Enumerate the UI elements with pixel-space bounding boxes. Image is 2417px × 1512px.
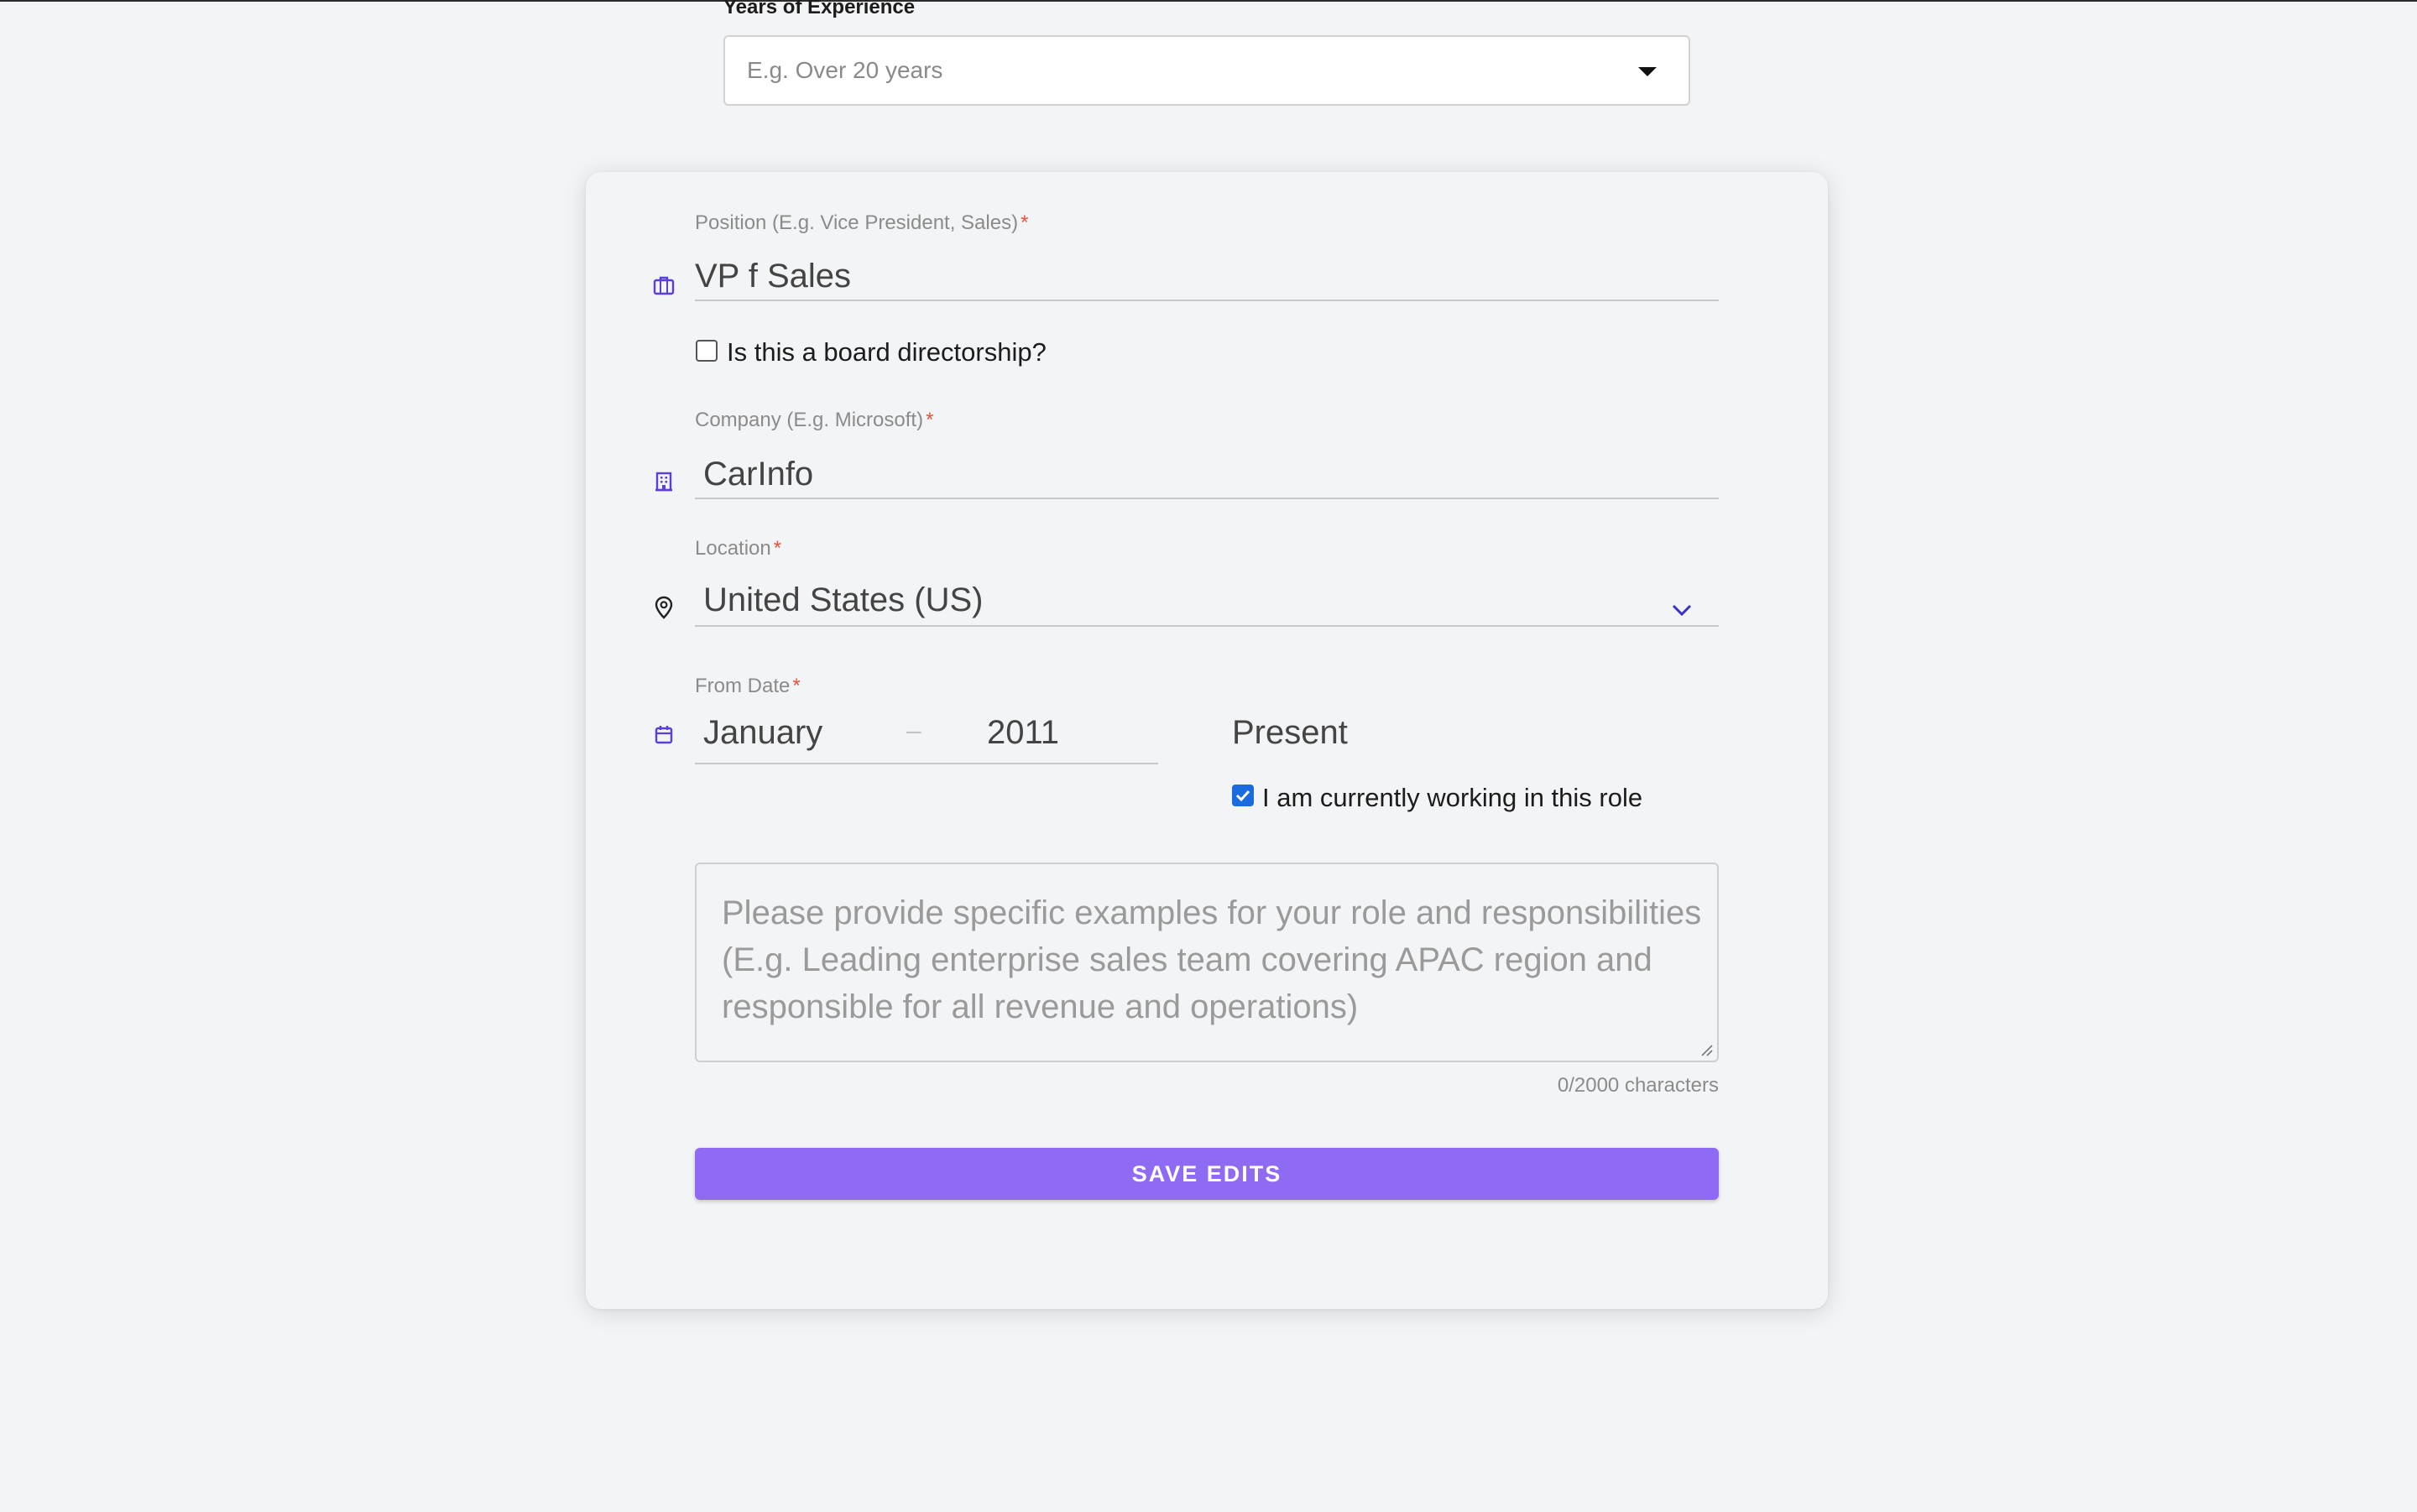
from-date-label-text: From Date <box>695 675 791 697</box>
role-description-placeholder: Please provide specific examples for you… <box>722 894 1702 1025</box>
date-separator: – <box>906 715 921 745</box>
location-select[interactable]: United States (US) <box>703 579 1626 621</box>
years-of-experience-label: Years of Experience <box>723 0 916 18</box>
from-date-underline <box>695 763 1158 764</box>
position-label: Position (E.g. Vice President, Sales) * <box>695 211 1028 236</box>
position-input[interactable]: VP f Sales <box>695 255 1719 297</box>
company-input[interactable]: CarInfo <box>703 453 1719 495</box>
save-edits-button[interactable]: SAVE EDITS <box>695 1148 1719 1200</box>
resize-grip-icon[interactable] <box>1700 1044 1714 1057</box>
briefcase-icon <box>653 276 675 295</box>
location-label: Location * <box>695 536 781 561</box>
location-label-text: Location <box>695 537 771 560</box>
company-label-text: Company (E.g. Microsoft) <box>695 409 924 431</box>
building-icon <box>655 472 672 492</box>
currently-working-label[interactable]: I am currently working in this role <box>1262 782 1642 814</box>
years-of-experience-select[interactable]: E.g. Over 20 years <box>723 35 1690 106</box>
from-month-select[interactable]: January <box>703 712 822 753</box>
position-underline <box>695 300 1719 301</box>
from-year-input[interactable]: 2011 <box>987 712 1059 753</box>
role-description-textarea[interactable]: Please provide specific examples for you… <box>695 863 1719 1062</box>
map-pin-icon <box>655 596 673 619</box>
required-asterisk: * <box>773 537 782 560</box>
checkmark-icon <box>1235 790 1250 802</box>
required-asterisk: * <box>1021 211 1029 234</box>
chevron-down-icon[interactable] <box>1671 603 1693 617</box>
company-underline <box>695 498 1719 499</box>
from-date-label: From Date * <box>695 674 801 699</box>
company-label: Company (E.g. Microsoft) * <box>695 408 933 433</box>
window-top-edge <box>0 0 2417 2</box>
currently-working-checkbox[interactable] <box>1232 785 1254 806</box>
experience-form-card: Position (E.g. Vice President, Sales) * V… <box>586 172 1828 1309</box>
caret-down-icon <box>1638 67 1657 76</box>
position-label-text: Position (E.g. Vice President, Sales) <box>695 211 1019 234</box>
calendar-icon <box>655 726 673 744</box>
character-counter: 0/2000 characters <box>1557 1074 1719 1097</box>
to-date-present: Present <box>1232 714 1348 751</box>
board-directorship-checkbox[interactable] <box>696 340 718 362</box>
required-asterisk: * <box>926 409 934 431</box>
location-underline <box>695 625 1719 627</box>
years-of-experience-placeholder: E.g. Over 20 years <box>747 57 943 83</box>
required-asterisk: * <box>792 675 801 697</box>
board-directorship-label[interactable]: Is this a board directorship? <box>727 336 1047 368</box>
